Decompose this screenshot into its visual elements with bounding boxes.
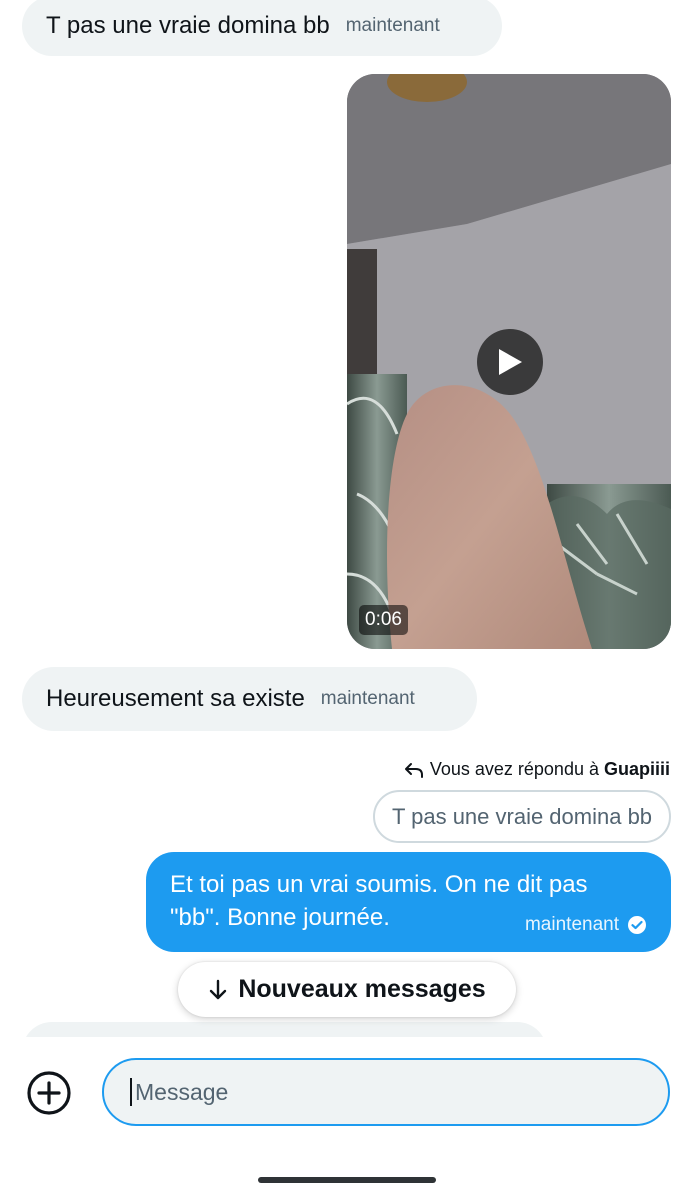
add-circle-icon bbox=[27, 1071, 71, 1115]
message-text: T pas une vraie domina bb bbox=[46, 12, 330, 39]
quoted-message[interactable]: T pas une vraie domina bb bbox=[373, 790, 671, 843]
text-caret bbox=[130, 1078, 132, 1106]
new-messages-label: Nouveaux messages bbox=[238, 975, 486, 1003]
play-icon bbox=[499, 349, 522, 375]
message-composer bbox=[0, 1037, 697, 1200]
reply-context: Vous avez répondu à Guapiiii bbox=[404, 759, 670, 780]
home-indicator[interactable] bbox=[258, 1177, 436, 1183]
video-duration: 0:06 bbox=[359, 605, 408, 635]
play-button[interactable] bbox=[477, 329, 543, 395]
message-timestamp: maintenant bbox=[320, 688, 415, 709]
new-messages-button[interactable]: Nouveaux messages bbox=[178, 962, 516, 1017]
message-text: Heureusement sa existe bbox=[46, 685, 305, 712]
arrow-down-icon bbox=[210, 979, 227, 999]
incoming-message[interactable]: T pas une vraie domina bb maintenant bbox=[22, 0, 502, 56]
reply-prefix: Vous avez répondu à bbox=[429, 759, 604, 779]
reply-arrow-icon bbox=[404, 762, 423, 778]
add-media-button[interactable] bbox=[26, 1070, 72, 1116]
check-circle-icon bbox=[628, 916, 646, 934]
incoming-message[interactable]: Heureusement sa existe maintenant bbox=[22, 667, 477, 731]
reply-label: Vous avez répondu à Guapiiii bbox=[430, 759, 670, 780]
outgoing-message[interactable]: Et toi pas un vrai soumis. On ne dit pas… bbox=[146, 852, 671, 952]
reply-user: Guapiiii bbox=[603, 759, 670, 779]
video-message[interactable]: 0:06 bbox=[347, 74, 671, 649]
message-meta: maintenant bbox=[525, 914, 647, 936]
message-input[interactable] bbox=[133, 1077, 637, 1107]
message-input-container[interactable] bbox=[102, 1058, 670, 1126]
message-timestamp: maintenant bbox=[524, 914, 619, 935]
message-timestamp: maintenant bbox=[345, 15, 440, 36]
